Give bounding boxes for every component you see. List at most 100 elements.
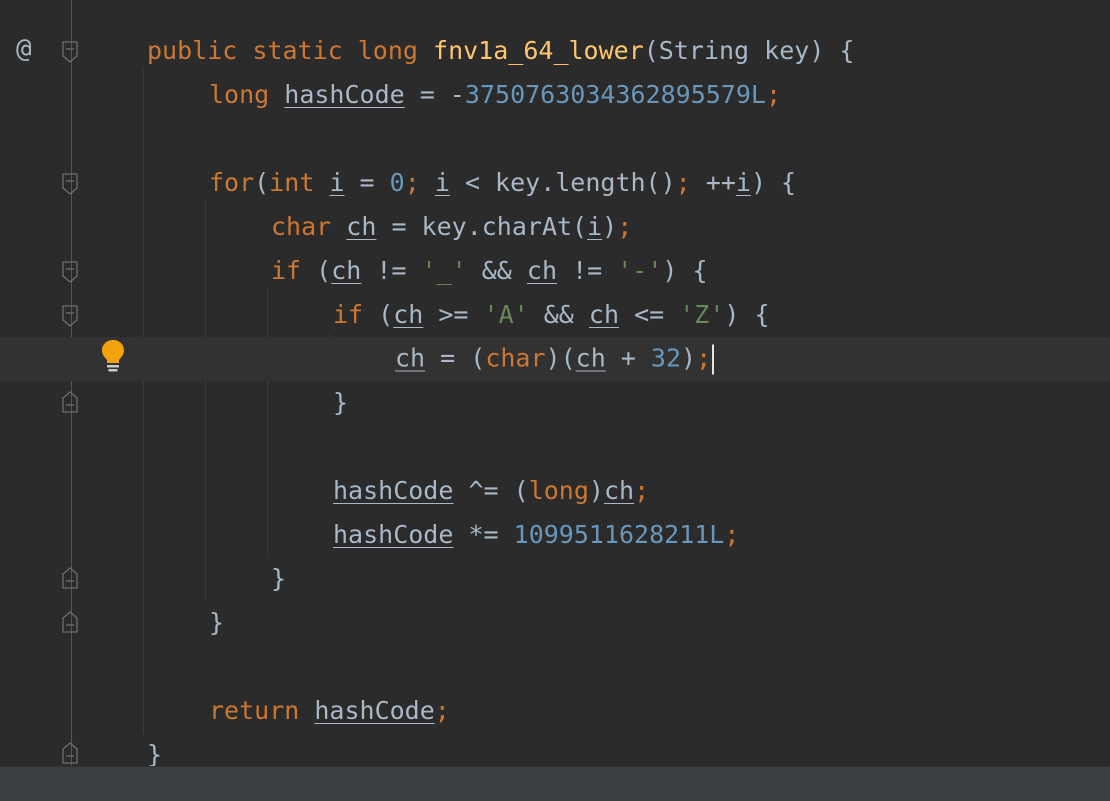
intention-bulb-icon[interactable]: [100, 338, 126, 372]
keyword: long: [357, 36, 418, 65]
semicolon: ;: [434, 696, 450, 725]
statement: hashCode ^= (long)ch;: [333, 476, 649, 506]
current-code-line[interactable]: ch = (char)(ch + 32);: [0, 337, 1110, 381]
keyword: public: [147, 36, 238, 65]
statement: hashCode *= 1099511628211L;: [333, 520, 739, 550]
code-text: ): [588, 476, 604, 505]
code-line[interactable]: if (ch >= 'A' && ch <= 'Z') {: [0, 293, 1110, 337]
statement: for(int i = 0; i < key.length(); ++i) {: [209, 168, 796, 198]
code-text: =: [344, 168, 390, 197]
code-line[interactable]: }: [0, 601, 1110, 645]
code-text: +: [605, 343, 651, 373]
code-text: = -: [404, 80, 465, 109]
number-literal: 1099511628211L: [513, 520, 725, 549]
variable: hashCode: [333, 520, 454, 549]
code-text: (String key) {: [643, 36, 855, 65]
code-text: < key.length(): [449, 168, 676, 197]
variable: hashCode: [314, 696, 435, 725]
closing-brace: }: [209, 608, 225, 637]
number-literal: 32: [650, 343, 682, 373]
semicolon: ;: [617, 212, 633, 241]
code-line[interactable]: if (ch != '_' && ch != '-') {: [0, 249, 1110, 293]
code-text: &&: [466, 256, 527, 285]
semicolon: ;: [765, 80, 782, 109]
code-text: *=: [453, 520, 514, 549]
closing-brace: }: [271, 564, 287, 593]
statement: ch = (char)(ch + 32);: [395, 343, 715, 375]
variable: i: [735, 168, 751, 197]
variable: hashCode: [284, 80, 405, 109]
code-line[interactable]: public static long fnv1a_64_lower(String…: [0, 29, 1110, 73]
string-literal: '-': [617, 256, 663, 285]
code-line[interactable]: }: [0, 557, 1110, 601]
statement: if (ch != '_' && ch != '-') {: [271, 256, 708, 286]
code-line[interactable]: hashCode *= 1099511628211L;: [0, 513, 1110, 557]
number-literal: 3750763034362895579L: [464, 80, 766, 109]
code-text: ): [681, 343, 697, 373]
semicolon: ;: [696, 343, 712, 373]
method-signature: public static long fnv1a_64_lower(String…: [147, 36, 854, 66]
keyword: if: [333, 300, 364, 329]
keyword: char: [485, 343, 546, 373]
string-literal: 'Z': [679, 300, 725, 329]
code-text: >=: [423, 300, 484, 329]
semicolon: ;: [404, 168, 435, 197]
code-line[interactable]: hashCode ^= (long)ch;: [0, 469, 1110, 513]
code-line[interactable]: for(int i = 0; i < key.length(); ++i) {: [0, 161, 1110, 205]
code-text: = (: [425, 343, 486, 373]
variable: ch: [393, 300, 424, 329]
code-text: (: [301, 256, 332, 285]
closing-brace: }: [147, 740, 163, 766]
keyword: if: [271, 256, 302, 285]
code-line[interactable]: }: [0, 733, 1110, 766]
keyword: long: [209, 80, 270, 109]
code-line[interactable]: char ch = key.charAt(i);: [0, 205, 1110, 249]
variable: ch: [588, 300, 620, 329]
statement: long hashCode = -3750763034362895579L;: [209, 80, 781, 110]
code-line[interactable]: long hashCode = -3750763034362895579L;: [0, 73, 1110, 117]
semicolon: ;: [724, 520, 740, 549]
code-text: ) {: [750, 168, 797, 197]
code-text: = key.charAt(: [376, 212, 588, 241]
code-line[interactable]: }: [0, 381, 1110, 425]
code-text: !=: [557, 256, 618, 285]
semicolon: ;: [634, 476, 650, 505]
keyword: static: [252, 36, 343, 65]
keyword: for: [209, 168, 255, 197]
variable: ch: [526, 256, 558, 285]
statement: return hashCode;: [209, 696, 450, 726]
code-text: !=: [361, 256, 422, 285]
variable: i: [329, 168, 345, 197]
code-text: <=: [619, 300, 680, 329]
semicolon: ;: [675, 168, 706, 197]
keyword: long: [528, 476, 589, 505]
variable: i: [434, 168, 450, 197]
code-editor[interactable]: @ public static long fnv1a_64_lower(Stri…: [0, 0, 1110, 766]
code-text: ^= (: [453, 476, 529, 505]
code-text: )(: [545, 343, 576, 373]
statement: char ch = key.charAt(i);: [271, 212, 632, 242]
keyword: int: [269, 168, 315, 197]
closing-brace: }: [333, 388, 349, 417]
code-text: ++: [705, 168, 736, 197]
code-line[interactable]: return hashCode;: [0, 689, 1110, 733]
string-literal: '_': [421, 256, 467, 285]
variable: hashCode: [333, 476, 454, 505]
horizontal-scrollbar-area[interactable]: [0, 766, 1110, 801]
variable: ch: [346, 212, 377, 241]
string-literal: 'A': [483, 300, 529, 329]
method-name: fnv1a_64_lower: [433, 36, 644, 65]
variable: ch: [331, 256, 362, 285]
code-text: &&: [528, 300, 589, 329]
keyword: return: [209, 696, 300, 725]
statement: if (ch >= 'A' && ch <= 'Z') {: [333, 300, 770, 330]
number-literal: 0: [389, 168, 405, 197]
variable: ch: [395, 343, 426, 373]
code-text: ) {: [662, 256, 708, 285]
code-text: ) {: [724, 300, 770, 329]
code-text: (: [363, 300, 394, 329]
code-text: ): [602, 212, 618, 241]
code-text: (: [254, 168, 270, 197]
variable: ch: [603, 476, 635, 505]
variable: i: [587, 212, 603, 241]
